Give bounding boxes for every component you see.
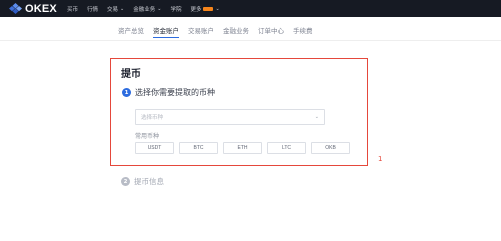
chevron-down-icon: ⌄ [314, 114, 319, 120]
common-coins-label: 常用币种 [135, 133, 160, 140]
tab-financial-business[interactable]: 金融业务 [223, 25, 249, 39]
new-badge [203, 6, 214, 11]
step-number-badge: 1 [122, 88, 131, 97]
nav-item-label: 行情 [87, 6, 99, 13]
nav-item-buy[interactable]: 买币 [67, 5, 78, 13]
okex-logo[interactable]: OKEX [9, 0, 57, 17]
coin-button-ltc[interactable]: LTC [267, 142, 306, 154]
nav-item-market[interactable]: 行情 [87, 5, 98, 13]
coin-select-placeholder: 选择币种 [141, 115, 164, 121]
tab-assets-overview[interactable]: 资产总览 [118, 25, 144, 39]
nav-item-label: 更多 [190, 6, 202, 13]
nav-item-trade[interactable]: 交易 ⌄ [107, 5, 124, 13]
logo-text: OKEX [25, 2, 57, 15]
account-tabs: 资产总览 资金账户 交易账户 金融业务 订单中心 手续费 [118, 25, 322, 39]
common-coins-list: USDT BTC ETH LTC OKB [135, 142, 355, 154]
coin-button-okb[interactable]: OKB [311, 142, 350, 154]
nav-item-more[interactable]: 更多 ⌄ [190, 5, 219, 13]
withdraw-panel: 提币 1 选择你需要提取的币种 选择币种 ⌄ 常用币种 USDT BTC ETH… [110, 58, 368, 166]
tab-fees[interactable]: 手续费 [293, 25, 313, 39]
nav-item-label: 买币 [66, 6, 78, 13]
top-navbar: OKEX 买币 行情 交易 ⌄ 金融业务 ⌄ 学院 更多 ⌄ [0, 0, 501, 17]
step-select-coin: 1 选择你需要提取的币种 [122, 87, 215, 98]
tab-order-center[interactable]: 订单中心 [258, 25, 284, 39]
step-withdraw-info: 2 提币信息 [121, 176, 164, 187]
page-title: 提币 [121, 69, 141, 80]
header-divider [0, 40, 501, 41]
nav-item-label: 金融业务 [133, 6, 156, 13]
coin-button-eth[interactable]: ETH [223, 142, 262, 154]
chevron-down-icon: ⌄ [215, 5, 220, 12]
nav-item-label: 学院 [170, 6, 182, 13]
coin-button-btc[interactable]: BTC [179, 142, 218, 154]
step-label: 选择你需要提取的币种 [135, 88, 215, 97]
nav-item-academy[interactable]: 学院 [170, 5, 181, 13]
nav-item-label: 交易 [107, 6, 119, 13]
coin-button-usdt[interactable]: USDT [135, 142, 174, 154]
tab-funding-account[interactable]: 资金账户 [153, 25, 179, 39]
main-nav: 买币 行情 交易 ⌄ 金融业务 ⌄ 学院 更多 ⌄ [67, 0, 229, 17]
okex-logo-icon [9, 3, 22, 14]
chevron-down-icon: ⌄ [157, 5, 162, 12]
step-number-badge: 2 [121, 177, 130, 186]
coin-select[interactable]: 选择币种 ⌄ [135, 109, 325, 125]
annotation-marker: 1 [378, 155, 383, 163]
nav-item-finance[interactable]: 金融业务 ⌄ [133, 5, 161, 13]
chevron-down-icon: ⌄ [120, 5, 125, 12]
step-label: 提币信息 [134, 177, 164, 186]
tab-trading-account[interactable]: 交易账户 [188, 25, 214, 39]
